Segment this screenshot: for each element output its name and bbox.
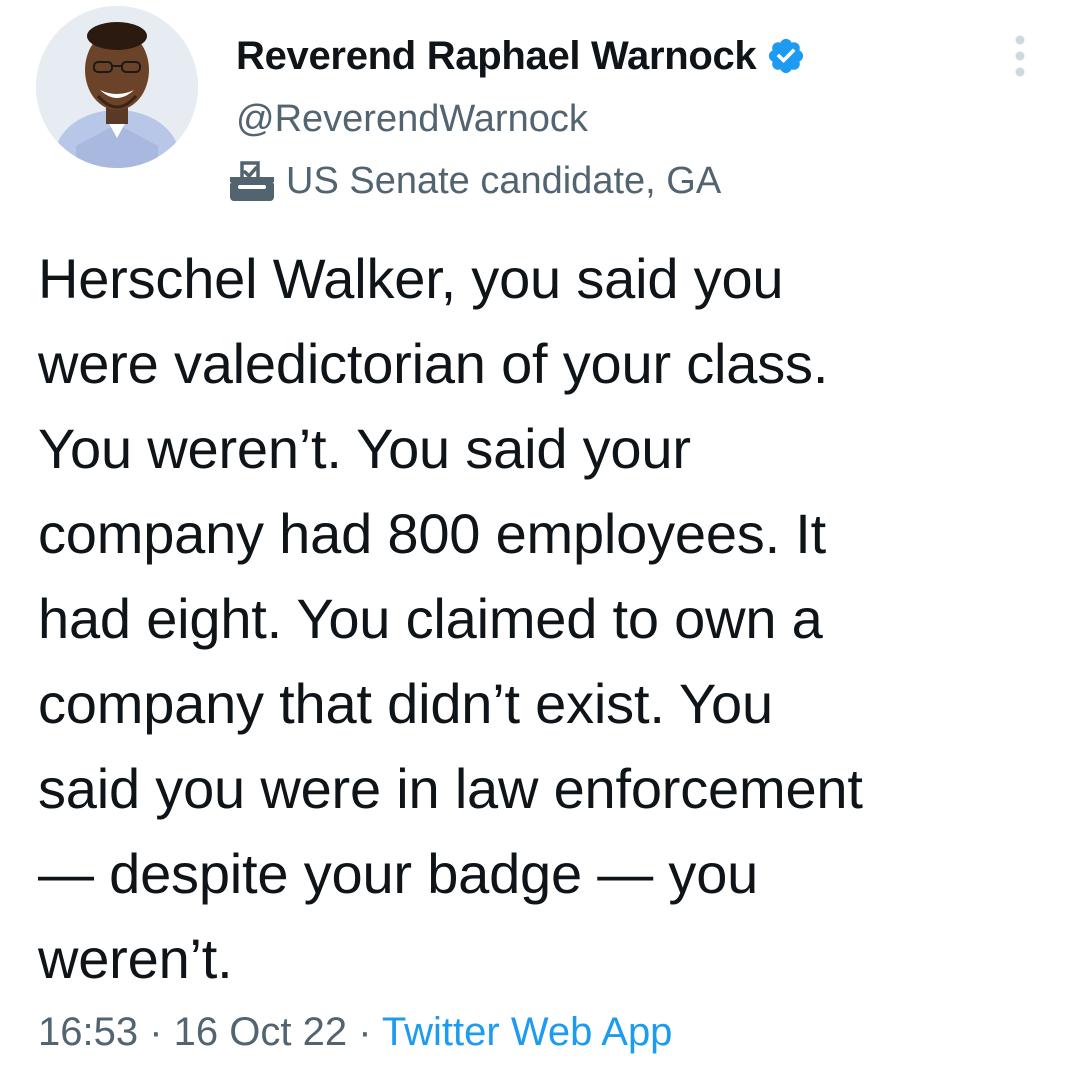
- verified-badge-icon: [766, 36, 806, 76]
- tweet-card: Reverend Raphael Warnock @ReverendWarnoc…: [0, 0, 1080, 1089]
- author-label-row: US Senate candidate, GA: [228, 158, 721, 204]
- tweet-text-line: weren’t.: [38, 927, 233, 990]
- tweet-text-line: company that didn’t exist. You: [38, 672, 773, 735]
- tweet-text-line: — despite your badge — you: [38, 842, 759, 905]
- tweet-date[interactable]: 16 Oct 22: [174, 1010, 347, 1054]
- tweet-text: Herschel Walker, you said you were valed…: [38, 236, 1048, 1001]
- tweet-text-line: said you were in law enforcement: [38, 757, 863, 820]
- tweet-text-line: Herschel Walker, you said you: [38, 247, 784, 310]
- tweet-text-line: were valedictorian of your class.: [38, 332, 829, 395]
- meta-separator: ·: [138, 1010, 174, 1054]
- author-label[interactable]: US Senate candidate, GA: [286, 160, 721, 203]
- tweet-meta: 16:53 · 16 Oct 22 · Twitter Web App: [38, 1010, 672, 1055]
- author-display-name[interactable]: Reverend Raphael Warnock: [236, 34, 757, 79]
- avatar[interactable]: [36, 6, 198, 168]
- ballot-box-icon: [228, 159, 276, 203]
- profile-photo-avatar: [36, 6, 198, 168]
- tweet-text-line: company had 800 employees. It: [38, 502, 827, 565]
- tweet-text-line: had eight. You claimed to own a: [38, 587, 823, 650]
- more-options-icon[interactable]: [1006, 34, 1034, 78]
- tweet-text-line: You weren’t. You said your: [38, 417, 691, 480]
- tweet-time[interactable]: 16:53: [38, 1010, 138, 1054]
- meta-separator: ·: [347, 1010, 382, 1054]
- author-handle[interactable]: @ReverendWarnock: [236, 98, 588, 141]
- author-name-row: Reverend Raphael Warnock: [236, 30, 806, 82]
- tweet-source-link[interactable]: Twitter Web App: [382, 1010, 673, 1054]
